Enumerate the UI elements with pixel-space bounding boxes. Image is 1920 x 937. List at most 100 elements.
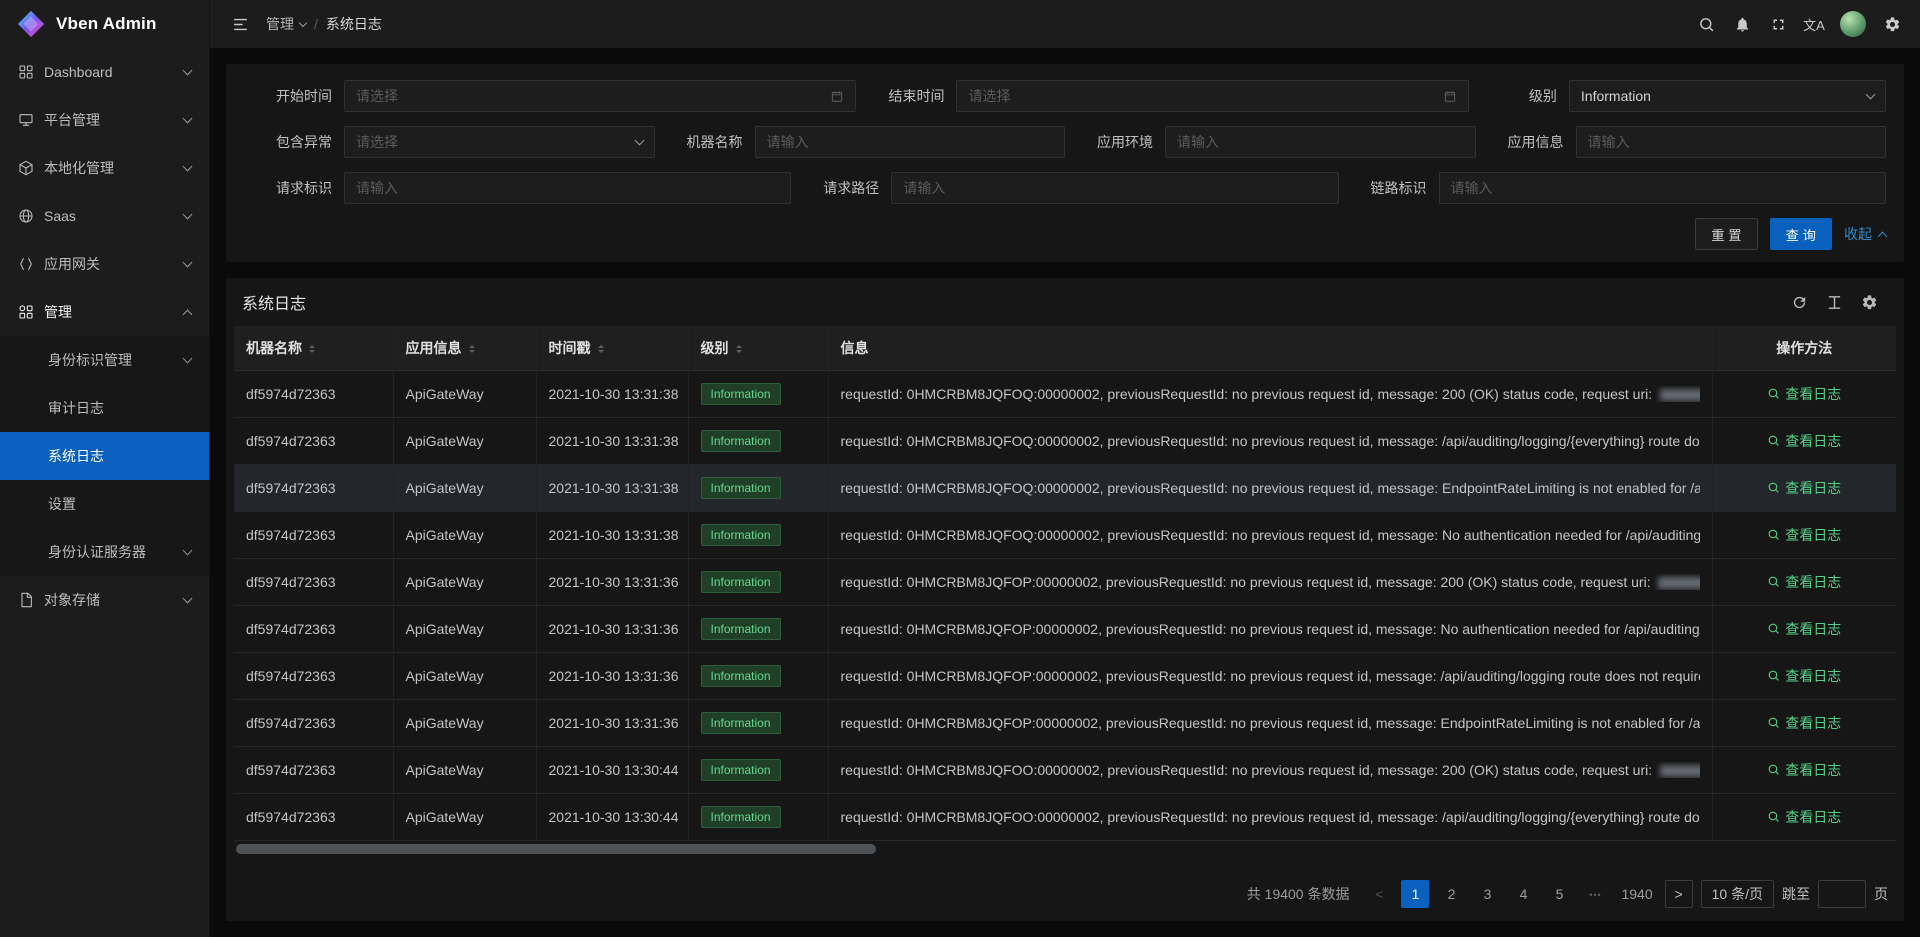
sidebar-item-system-logs[interactable]: 系统日志: [0, 432, 209, 480]
refresh-icon[interactable]: [1791, 294, 1808, 311]
app-environment-input[interactable]: [1177, 134, 1464, 150]
sidebar-item-label: 应用网关: [44, 254, 100, 274]
filter-field-trace-id: 链路标识: [1339, 172, 1886, 204]
message-cell: requestId: 0HMCRBM8JQFOO:00000002, previ…: [828, 746, 1712, 793]
page-button[interactable]: 5: [1545, 880, 1573, 908]
level-select[interactable]: Information: [1569, 80, 1886, 112]
end-time-picker[interactable]: 请选择: [956, 80, 1468, 112]
machine-name-cell: df5974d72363: [234, 417, 393, 464]
pagination-total: 共 19400 条数据: [1247, 884, 1350, 904]
sidebar-item-localization[interactable]: 本地化管理: [0, 144, 209, 192]
sidebar-item-audit-logs[interactable]: 审计日志: [0, 384, 209, 432]
sort-icon[interactable]: [736, 342, 742, 356]
level-cell: Information: [688, 605, 828, 652]
page-button[interactable]: 2: [1437, 880, 1465, 908]
search-button[interactable]: 查 询: [1770, 218, 1832, 250]
view-log-link[interactable]: 查看日志: [1767, 431, 1841, 451]
app-info-cell: ApiGateWay: [393, 605, 536, 652]
sidebar: Vben Admin Dashboard 平台管理 本地化管理: [0, 0, 210, 937]
request-path-input[interactable]: [903, 180, 1326, 196]
sidebar-item-saas[interactable]: Saas: [0, 192, 209, 240]
include-exception-select[interactable]: 请选择: [344, 126, 655, 158]
column-header-timestamp[interactable]: 时间戳: [536, 326, 688, 370]
view-log-link[interactable]: 查看日志: [1767, 807, 1841, 827]
collapse-link[interactable]: 收起: [1844, 224, 1886, 244]
sidebar-item-settings[interactable]: 设置: [0, 480, 209, 528]
scrollbar-thumb[interactable]: [236, 844, 876, 854]
chevron-down-icon: [183, 66, 193, 76]
table-row: df5974d72363 ApiGateWay 2021-10-30 13:31…: [234, 417, 1896, 464]
sidebar-item-object-storage[interactable]: 对象存储: [0, 576, 209, 624]
menu-fold-icon[interactable]: [222, 0, 258, 48]
sort-icon[interactable]: [469, 342, 475, 356]
ellipsis-pages-button[interactable]: •••: [1581, 880, 1609, 908]
page-button[interactable]: 1940: [1617, 880, 1656, 908]
field-label: 应用信息: [1476, 132, 1564, 152]
column-header-app-info[interactable]: 应用信息: [393, 326, 536, 370]
page-button[interactable]: 3: [1473, 880, 1501, 908]
app-info-input[interactable]: [1588, 134, 1875, 150]
field-label: 开始时间: [244, 86, 332, 106]
filter-field-level: 级别 Information: [1469, 80, 1886, 112]
sidebar-item-identity-management[interactable]: 身份标识管理: [0, 336, 209, 384]
filter-field-app-environment: 应用环境: [1065, 126, 1476, 158]
chevron-down-icon: [183, 594, 193, 604]
translate-icon[interactable]: 文A: [1796, 0, 1832, 48]
sidebar-item-identity-server[interactable]: 身份认证服务器: [0, 528, 209, 576]
view-log-link[interactable]: 查看日志: [1767, 666, 1841, 686]
next-page-button[interactable]: >: [1665, 880, 1693, 908]
sidebar-item-app-gateway[interactable]: 应用网关: [0, 240, 209, 288]
fullscreen-icon[interactable]: [1760, 0, 1796, 48]
view-log-link[interactable]: 查看日志: [1767, 525, 1841, 545]
level-cell: Information: [688, 746, 828, 793]
field-label: 请求标识: [244, 178, 332, 198]
view-log-link[interactable]: 查看日志: [1767, 478, 1841, 498]
page-button[interactable]: 1: [1401, 880, 1429, 908]
table-toolbar: [1791, 294, 1888, 311]
sidebar-item-platform-management[interactable]: 平台管理: [0, 96, 209, 144]
message-cell: requestId: 0HMCRBM8JQFOP:00000002, previ…: [828, 699, 1712, 746]
search-icon[interactable]: [1688, 0, 1724, 48]
magnifier-icon: [1767, 622, 1780, 635]
magnifier-icon: [1767, 575, 1780, 588]
field-label: 请求路径: [791, 178, 879, 198]
column-height-icon[interactable]: [1826, 294, 1843, 311]
breadcrumb-separator: /: [314, 16, 318, 32]
column-header-machine[interactable]: 机器名称: [234, 326, 393, 370]
column-header-level[interactable]: 级别: [688, 326, 828, 370]
app-logo[interactable]: Vben Admin: [0, 0, 209, 48]
sidebar-item-management[interactable]: 管理: [0, 288, 209, 336]
sidebar-item-label: Saas: [44, 208, 76, 224]
sort-icon[interactable]: [598, 342, 604, 356]
start-time-picker[interactable]: 请选择: [344, 80, 856, 112]
prev-page-button[interactable]: <: [1365, 880, 1393, 908]
page-content: 开始时间 请选择 结束时间 请选择: [210, 48, 1920, 937]
view-log-link[interactable]: 查看日志: [1767, 572, 1841, 592]
view-log-link[interactable]: 查看日志: [1767, 384, 1841, 404]
table-row: df5974d72363 ApiGateWay 2021-10-30 13:31…: [234, 464, 1896, 511]
dashboard-icon: [18, 64, 34, 80]
localization-icon: [18, 160, 34, 176]
page-button[interactable]: 4: [1509, 880, 1537, 908]
view-log-link[interactable]: 查看日志: [1767, 619, 1841, 639]
machine-name-input[interactable]: [767, 134, 1054, 150]
bell-icon[interactable]: [1724, 0, 1760, 48]
view-log-link[interactable]: 查看日志: [1767, 713, 1841, 733]
request-id-input[interactable]: [356, 180, 779, 196]
jump-page-input[interactable]: [1818, 880, 1866, 908]
machine-name-cell: df5974d72363: [234, 464, 393, 511]
avatar[interactable]: [1840, 11, 1866, 37]
view-log-link[interactable]: 查看日志: [1767, 760, 1841, 780]
sidebar-item-label: 本地化管理: [44, 158, 114, 178]
magnifier-icon: [1767, 810, 1780, 823]
timestamp-cell: 2021-10-30 13:31:36: [536, 652, 688, 699]
column-settings-icon[interactable]: [1861, 294, 1878, 311]
reset-button[interactable]: 重 置: [1695, 218, 1757, 250]
sidebar-item-dashboard[interactable]: Dashboard: [0, 48, 209, 96]
page-size-select[interactable]: 10 条/页: [1701, 880, 1774, 908]
settings-icon[interactable]: [1874, 0, 1910, 48]
breadcrumb-parent[interactable]: 管理: [266, 14, 306, 34]
sort-icon[interactable]: [309, 342, 315, 356]
breadcrumb: 管理 / 系统日志: [266, 14, 382, 34]
trace-id-input[interactable]: [1451, 180, 1874, 196]
